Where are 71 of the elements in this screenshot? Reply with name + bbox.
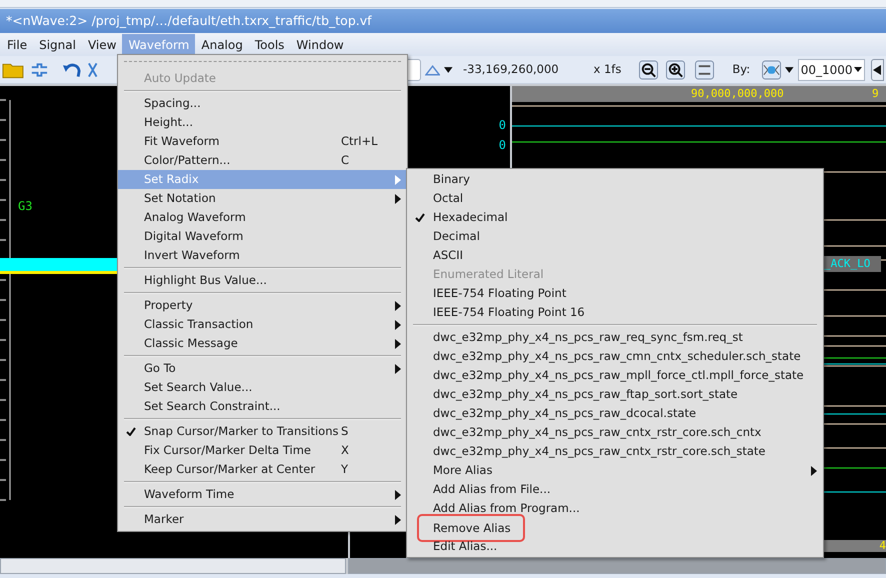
menu-item[interactable]: Analog — [195, 34, 249, 55]
menu-item[interactable]: Digital Waveform — [118, 227, 407, 246]
zoom-full-icon[interactable] — [695, 60, 714, 80]
zoom-out-icon[interactable] — [639, 60, 658, 80]
ruler-label: 90,000,000,000 — [691, 86, 784, 102]
left-arrow-icon — [873, 64, 882, 74]
shortcut-label: Ctrl+L — [341, 132, 379, 150]
shortcut-label: Y — [341, 460, 350, 478]
menu-item[interactable]: Go To — [118, 359, 407, 378]
menu-item[interactable]: IEEE-754 Floating Point — [407, 284, 823, 303]
menu-item[interactable]: Fix Cursor/Marker Delta Time X — [118, 441, 407, 460]
menu-item[interactable]: IEEE-754 Floating Point 16 — [407, 303, 823, 322]
shortcut-label: S — [341, 422, 350, 440]
menu-item[interactable]: More Alias — [407, 461, 823, 480]
time-value: -33,169,260,000 — [463, 60, 560, 78]
signal-name[interactable]: G3 — [18, 197, 32, 215]
menu-item[interactable]: Classic Transaction — [118, 315, 407, 334]
ruler-label: 9 — [872, 86, 879, 102]
menu-item[interactable]: Marker — [118, 510, 407, 529]
signal-value: 0 — [498, 118, 506, 132]
horizontal-scrollbar[interactable] — [348, 558, 886, 574]
title-bar: *<nWave:2> /proj_tmp/…/default/eth.txrx_traffic/tb_top.vf — [0, 9, 886, 33]
menu-item[interactable]: Fit Waveform Ctrl+L — [118, 132, 407, 151]
menu-item[interactable]: Binary — [407, 170, 823, 189]
previous-button[interactable] — [870, 58, 884, 80]
menu-item[interactable]: Decimal — [407, 227, 823, 246]
menu-item[interactable]: Window — [290, 34, 350, 55]
time-unit: x 1fs — [594, 60, 622, 78]
menu-item[interactable]: dwc_e32mp_phy_x4_ns_pcs_raw_cntx_rstr_core.sch_cntx — [407, 423, 823, 442]
menu-item[interactable]: Snap Cursor/Marker to Transitions S — [118, 422, 407, 441]
menu-item[interactable]: Set Search Constraint... — [118, 397, 407, 416]
undo-icon[interactable] — [62, 60, 83, 78]
menu-item[interactable]: Hexadecimal — [407, 208, 823, 227]
menu-item[interactable]: Add Alias from File... — [407, 480, 823, 499]
menu-item[interactable]: Signal — [33, 34, 82, 55]
menu-item[interactable]: Height... — [118, 113, 407, 132]
menu-item[interactable]: dwc_e32mp_phy_x4_ns_pcs_raw_cntx_rstr_core.sch_state — [407, 442, 823, 461]
menu-item[interactable]: Set Search Value... — [118, 378, 407, 397]
menu-item[interactable]: Analog Waveform — [118, 208, 407, 227]
menu-item[interactable]: Set Notation — [118, 189, 407, 208]
menu-item[interactable]: Tools — [248, 34, 290, 55]
zoom-in-icon[interactable] — [666, 60, 686, 80]
menu-item[interactable]: Property — [118, 296, 407, 315]
signal-value: 0 — [498, 138, 506, 152]
menu-item[interactable]: dwc_e32mp_phy_x4_ns_pcs_raw_req_sync_fsm.req_st — [407, 328, 823, 347]
shortcut-label: X — [341, 442, 350, 459]
horizontal-scrollbar[interactable] — [0, 558, 346, 574]
shortcut-label: C — [341, 152, 350, 169]
menu-item[interactable]: Invert Waveform — [118, 246, 407, 265]
menu-item[interactable]: dwc_e32mp_phy_x4_ns_pcs_raw_cmn_cntx_scheduler.sch_state — [407, 347, 823, 366]
scissors-icon[interactable] — [86, 60, 98, 78]
menu-item[interactable]: dwc_e32mp_phy_x4_ns_pcs_raw_ftap_sort.sort_state — [407, 385, 823, 404]
menu-item[interactable]: Highlight Bus Value... — [118, 271, 407, 290]
by-label: By: — [732, 60, 750, 78]
caret-icon — [854, 67, 862, 72]
caret-icon[interactable] — [785, 66, 794, 72]
menu-item[interactable]: Keep Cursor/Marker at Center Y — [118, 460, 407, 479]
menu-item[interactable]: Octal — [407, 189, 823, 208]
step-dropdown[interactable]: 00_1000 — [798, 58, 865, 80]
caret-icon[interactable] — [444, 66, 454, 72]
menu-item[interactable]: Spacing... — [118, 94, 407, 113]
menu-item[interactable]: Waveform Time — [118, 485, 407, 504]
ruler-label: 4 — [879, 538, 886, 554]
menu-item[interactable]: View — [82, 34, 122, 55]
menu-item[interactable]: dwc_e32mp_phy_x4_ns_pcs_raw_dcocal.state — [407, 404, 823, 423]
annotation-box: Remove Alias — [417, 514, 525, 542]
menu-item[interactable]: Color/Pattern... C — [118, 151, 407, 170]
menu-item[interactable]: Classic Message — [118, 334, 407, 353]
menu-item[interactable]: File — [1, 34, 34, 55]
bus-icon[interactable] — [762, 60, 782, 80]
menu-item[interactable]: dwc_e32mp_phy_x4_ns_pcs_raw_mpll_force_ctl.mpll_force_state — [407, 366, 823, 385]
